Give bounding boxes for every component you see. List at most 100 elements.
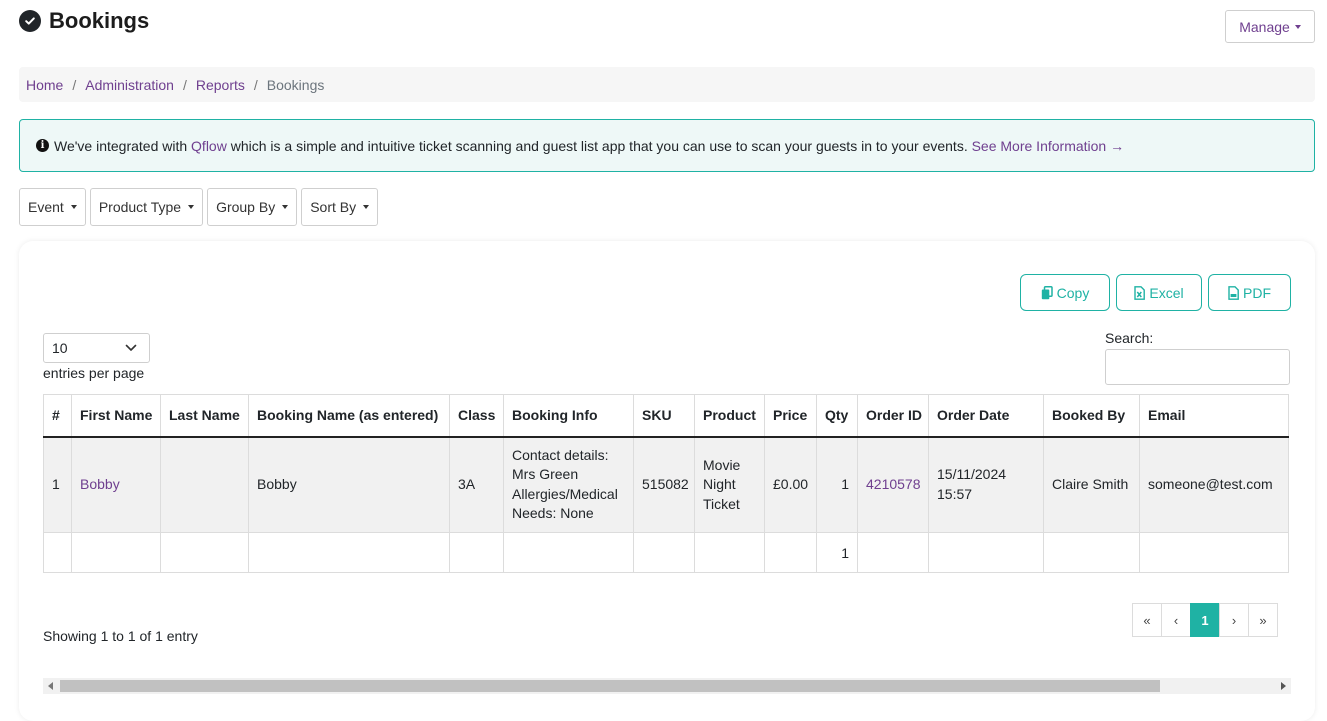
group-by-button[interactable]: Group By	[207, 188, 298, 226]
bookings-table-wrapper: # First Name Last Name Booking Name (as …	[43, 394, 1291, 573]
product-line: Night	[703, 476, 736, 492]
pdf-label: PDF	[1243, 284, 1271, 301]
search-input[interactable]	[1105, 349, 1290, 385]
totals-cell	[449, 532, 504, 573]
product-type-filter-label: Product Type	[98, 199, 182, 215]
totals-cell	[160, 532, 249, 573]
group-by-label: Group By	[216, 199, 276, 215]
column-header-email[interactable]: Email	[1139, 394, 1289, 438]
excel-label: Excel	[1149, 284, 1184, 301]
qflow-info-alert: i We've integrated with Qflow which is a…	[19, 119, 1315, 172]
column-header-first-name[interactable]: First Name	[71, 394, 161, 438]
column-header-order-date[interactable]: Order Date	[928, 394, 1044, 438]
product-type-filter-button[interactable]: Product Type	[89, 188, 204, 226]
table-row: 1 Bobby Bobby 3A Contact details: Mrs Gr…	[43, 436, 1289, 533]
totals-cell	[71, 532, 161, 573]
booking-info-line: Allergies/Medical	[512, 485, 618, 502]
totals-cell	[248, 532, 450, 573]
cell-last-name	[160, 436, 249, 533]
totals-cell	[633, 532, 695, 573]
totals-cell	[1043, 532, 1140, 573]
scroll-left-arrow-icon[interactable]	[48, 682, 53, 690]
cell-booking-info: Contact details: Mrs Green Allergies/Med…	[503, 436, 634, 533]
manage-dropdown-button[interactable]: Manage	[1225, 10, 1315, 43]
column-header-qty[interactable]: Qty	[816, 394, 858, 438]
breadcrumb-administration[interactable]: Administration	[85, 77, 174, 93]
totals-cell	[857, 532, 929, 573]
copy-label: Copy	[1056, 284, 1090, 301]
breadcrumb-reports[interactable]: Reports	[196, 77, 245, 93]
column-header-product[interactable]: Product	[694, 394, 765, 438]
column-header-price[interactable]: Price	[764, 394, 817, 438]
alert-text-after: which is a simple and intuitive ticket s…	[226, 137, 972, 154]
breadcrumb: Home / Administration / Reports / Bookin…	[19, 67, 1315, 102]
pdf-button[interactable]: PDF	[1208, 274, 1291, 311]
cell-product: Movie Night Ticket	[694, 436, 765, 533]
column-header-index[interactable]: #	[43, 394, 72, 438]
totals-cell	[928, 532, 1044, 573]
first-name-link[interactable]: Bobby	[71, 436, 161, 533]
breadcrumb-current: Bookings	[266, 76, 325, 93]
breadcrumb-home[interactable]: Home	[26, 77, 63, 93]
page-1-button[interactable]: 1	[1190, 603, 1220, 637]
filter-bar: Event Product Type Group By Sort By	[19, 188, 379, 226]
caret-down-icon	[188, 205, 195, 209]
last-page-button[interactable]: »	[1248, 603, 1278, 637]
event-filter-button[interactable]: Event	[19, 188, 86, 226]
bookings-table: # First Name Last Name Booking Name (as …	[43, 394, 1289, 573]
product-line: Ticket	[703, 495, 740, 512]
page-title: Bookings	[49, 8, 150, 33]
next-page-button[interactable]: ›	[1219, 603, 1249, 637]
manage-label: Manage	[1239, 18, 1290, 35]
column-header-order-id[interactable]: Order ID	[857, 394, 929, 438]
copy-icon	[1041, 285, 1053, 299]
file-pdf-icon	[1228, 285, 1239, 300]
column-header-booked-by[interactable]: Booked By	[1043, 394, 1140, 438]
booking-info-line: Contact details:	[512, 446, 609, 463]
cell-price: £0.00	[764, 436, 817, 533]
scrollbar-thumb[interactable]	[60, 680, 1160, 692]
bookings-card: Copy Excel PDF 10 entries per page Searc…	[19, 241, 1315, 721]
copy-button[interactable]: Copy	[1020, 274, 1110, 311]
excel-button[interactable]: Excel	[1116, 274, 1202, 311]
pagination: « ‹ 1 › »	[1132, 603, 1278, 637]
see-more-information-link[interactable]: See More Information →	[972, 138, 1125, 154]
column-header-class[interactable]: Class	[449, 394, 504, 438]
column-header-sku[interactable]: SKU	[633, 394, 695, 438]
caret-down-icon	[70, 205, 77, 209]
cell-qty: 1	[816, 436, 858, 533]
column-header-booking-info[interactable]: Booking Info	[503, 394, 634, 438]
cell-email: someone@test.com	[1139, 436, 1289, 533]
totals-cell	[764, 532, 817, 573]
column-header-last-name[interactable]: Last Name	[160, 394, 249, 438]
entries-per-page-label: entries per page	[43, 365, 145, 381]
file-excel-icon	[1134, 285, 1146, 300]
scroll-right-arrow-icon[interactable]	[1281, 682, 1286, 690]
totals-qty: 1	[816, 532, 858, 573]
table-info: Showing 1 to 1 of 1 entry	[43, 628, 198, 644]
breadcrumb-separator: /	[182, 76, 187, 93]
totals-cell	[43, 532, 72, 573]
totals-cell	[503, 532, 634, 573]
cell-booked-by: Claire Smith	[1043, 436, 1140, 533]
export-buttons: Copy Excel PDF	[1020, 274, 1291, 311]
sort-by-label: Sort By	[310, 199, 357, 215]
order-id-link[interactable]: 4210578	[857, 436, 929, 533]
cell-booking-name: Bobby	[248, 436, 450, 533]
caret-down-icon	[363, 205, 370, 209]
horizontal-scrollbar[interactable]	[43, 678, 1291, 694]
previous-page-button[interactable]: ‹	[1161, 603, 1191, 637]
breadcrumb-separator: /	[72, 76, 77, 93]
column-header-booking-name[interactable]: Booking Name (as entered)	[248, 394, 450, 438]
sort-by-button[interactable]: Sort By	[301, 188, 379, 226]
event-filter-label: Event	[28, 199, 64, 215]
search-label: Search:	[1105, 330, 1154, 346]
cell-class: 3A	[449, 436, 504, 533]
qflow-link[interactable]: Qflow	[191, 138, 227, 154]
caret-down-icon	[282, 205, 289, 209]
first-page-button[interactable]: «	[1132, 603, 1162, 637]
entries-per-page-select[interactable]: 10	[43, 333, 150, 363]
alert-text-before: We've integrated with	[54, 137, 192, 154]
chevron-down-icon	[125, 344, 137, 351]
totals-row: 1	[43, 532, 1289, 573]
